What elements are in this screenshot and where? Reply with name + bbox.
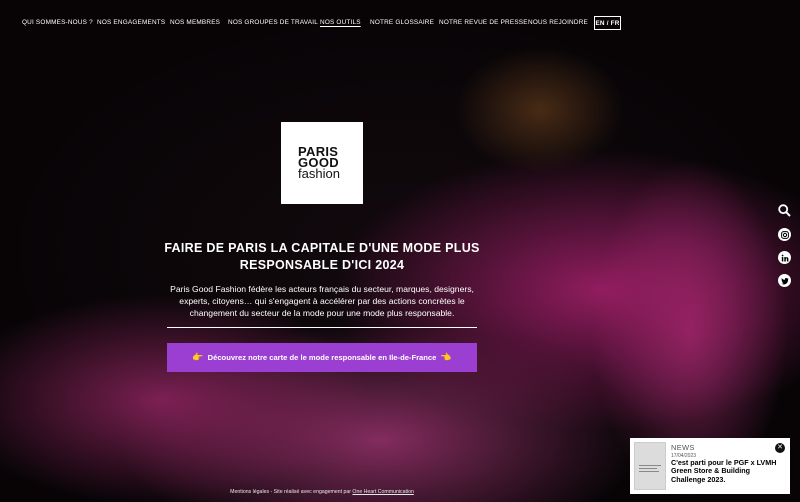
nav-item-groupes[interactable]: NOS GROUPES DE TRAVAIL	[228, 19, 318, 26]
language-switcher[interactable]: EN / FR	[594, 16, 621, 30]
cta-label: Découvrez notre carte de le mode respons…	[207, 353, 437, 362]
nav-item-membres[interactable]: NOS MEMBRES	[170, 19, 220, 26]
nav-item-outils[interactable]: NOS OUTILS	[320, 19, 361, 26]
instagram-icon[interactable]	[778, 228, 791, 241]
divider	[167, 327, 477, 328]
close-icon[interactable]: ✕	[775, 443, 785, 453]
nav-item-qui-sommes-nous[interactable]: QUI SOMMES-NOUS ?	[22, 19, 93, 26]
hero-description: Paris Good Fashion fédère les acteurs fr…	[170, 284, 474, 318]
linkedin-icon[interactable]	[778, 251, 791, 264]
footer: Mentions légales - Site réalisé avec eng…	[0, 489, 644, 495]
news-thumbnail	[634, 442, 666, 490]
logo-line-3: fashion	[298, 166, 340, 181]
pointing-left-icon: 👈	[440, 352, 452, 362]
paris-good-fashion-logo[interactable]: PARIS GOOD fashion	[281, 122, 363, 204]
nav-item-glossaire[interactable]: NOTRE GLOSSAIRE	[370, 19, 434, 26]
nav-item-rejoindre[interactable]: NOUS REJOINDRE	[528, 19, 588, 26]
footer-text: Mentions légales - Site réalisé avec eng…	[230, 489, 351, 495]
search-icon[interactable]	[778, 204, 791, 217]
map-cta-button[interactable]: 👉 Découvrez notre carte de le mode respo…	[167, 343, 477, 372]
nav-item-revue-presse[interactable]: NOTRE REVUE DE PRESSE	[439, 19, 528, 26]
pointing-right-icon: 👉	[192, 352, 204, 362]
footer-credit-link[interactable]: One Heart Communication	[352, 489, 413, 495]
news-label: NEWS	[671, 443, 695, 452]
news-popup[interactable]: NEWS 17/04/2023 C'est parti pour le PGF …	[630, 438, 790, 494]
top-navigation: QUI SOMMES-NOUS ? NOS ENGAGEMENTS NOS ME…	[0, 0, 800, 44]
nav-item-engagements[interactable]: NOS ENGAGEMENTS	[97, 19, 165, 26]
news-title[interactable]: C'est parti pour le PGF x LVMH Green Sto…	[671, 458, 783, 484]
hero-headline: FAIRE DE PARIS LA CAPITALE D'UNE MODE PL…	[164, 241, 480, 272]
twitter-icon[interactable]	[778, 274, 791, 287]
